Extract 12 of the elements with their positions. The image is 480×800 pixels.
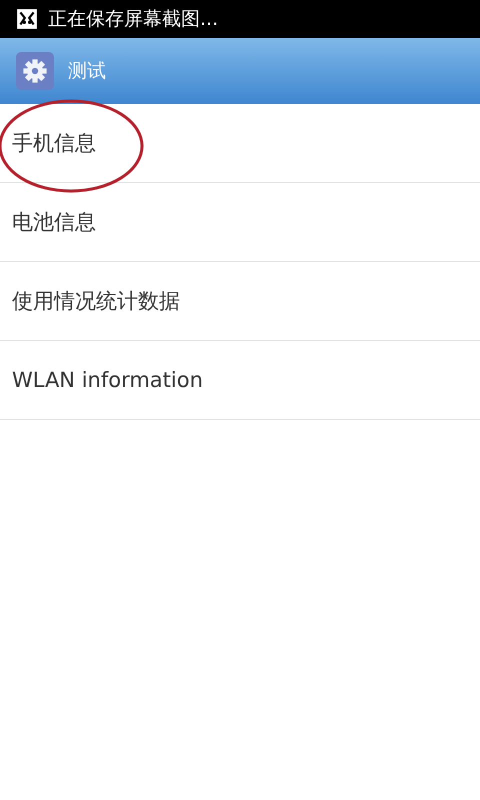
- screen-title: 测试: [68, 59, 106, 84]
- notification-text: 正在保存屏幕截图...: [48, 7, 218, 32]
- list-item[interactable]: 手机信息: [0, 104, 480, 183]
- item-label: 手机信息: [12, 130, 96, 157]
- settings-icon[interactable]: [14, 52, 56, 90]
- item-label: WLAN information: [12, 368, 203, 392]
- list-item[interactable]: 使用情况统计数据: [0, 262, 480, 341]
- list-item[interactable]: WLAN information: [0, 341, 480, 420]
- item-label: 电池信息: [12, 209, 96, 236]
- list-item[interactable]: 电池信息: [0, 183, 480, 262]
- screenshot-icon: [16, 8, 38, 30]
- item-label: 使用情况统计数据: [12, 288, 180, 315]
